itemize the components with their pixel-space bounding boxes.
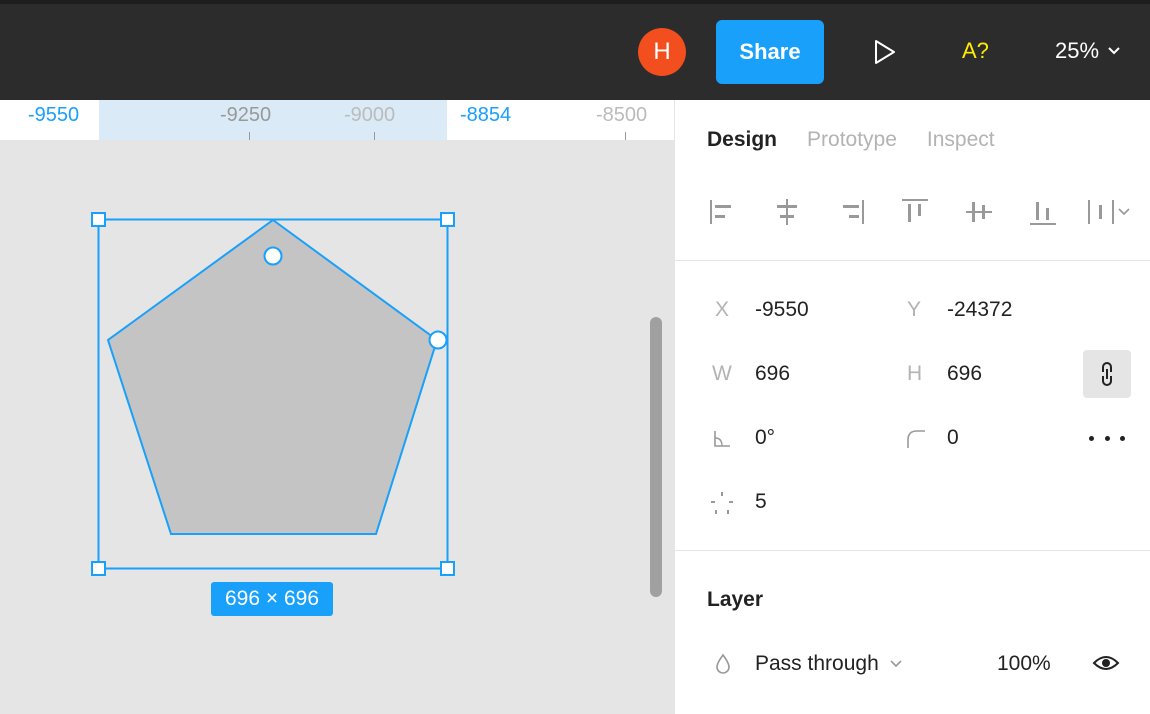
align-top-icon[interactable]: [897, 194, 933, 230]
dot: [1120, 435, 1125, 441]
dot: [1089, 435, 1094, 441]
pentagon-polygon[interactable]: [106, 218, 439, 535]
align-horizontal-center-icon[interactable]: [769, 194, 805, 230]
present-play-icon[interactable]: [868, 36, 900, 68]
horizontal-ruler: -9550 -9250 -9000 -8854 -8500: [0, 100, 674, 140]
opacity-input[interactable]: 100%: [997, 652, 1051, 676]
point-count-input[interactable]: 5: [755, 490, 767, 514]
x-input[interactable]: -9550: [755, 298, 809, 322]
w-input[interactable]: 696: [755, 362, 790, 386]
blend-mode-dropdown[interactable]: Pass through: [755, 652, 903, 676]
w-label: W: [712, 362, 732, 385]
h-label: H: [907, 362, 923, 385]
corner-radius-input[interactable]: 0: [947, 426, 959, 450]
ruler-selection-end: -8854: [460, 104, 512, 126]
top-toolbar: H Share A? 25%: [0, 0, 1150, 100]
properties-panel: Design Prototype Inspect X -9550 Y -2437…: [674, 100, 1150, 714]
dimensions-badge: 696 × 696: [211, 582, 333, 616]
ruler-tick: [249, 132, 250, 140]
more-options-button[interactable]: [1089, 426, 1125, 450]
selected-polygon-shape[interactable]: [0, 140, 674, 714]
chevron-down-icon: [890, 660, 902, 668]
align-vertical-center-icon[interactable]: [961, 194, 997, 230]
corner-radius-icon: [907, 430, 925, 448]
resize-handle-top-right[interactable]: [440, 212, 455, 227]
section-divider: [675, 260, 1150, 261]
zoom-dropdown[interactable]: 25%: [1055, 38, 1121, 64]
resize-handle-bottom-right[interactable]: [440, 561, 455, 576]
tab-design[interactable]: Design: [707, 128, 777, 152]
section-divider: [675, 550, 1150, 551]
blend-mode-value: Pass through: [755, 652, 879, 675]
link-icon: [1102, 362, 1112, 386]
tab-prototype[interactable]: Prototype: [807, 128, 897, 152]
polygon-count-icon: [711, 492, 733, 514]
distribute-icon[interactable]: [1085, 194, 1133, 230]
point-count-handle[interactable]: [428, 330, 448, 350]
alignment-toolbar: [705, 194, 1135, 230]
resize-handle-bottom-left[interactable]: [91, 561, 106, 576]
share-button[interactable]: Share: [716, 20, 824, 84]
panel-tabs: Design Prototype Inspect: [707, 128, 995, 152]
user-avatar[interactable]: H: [638, 28, 686, 76]
vertical-scrollbar[interactable]: [650, 317, 662, 597]
ruler-mark: -8500: [596, 104, 648, 126]
align-left-icon[interactable]: [705, 194, 741, 230]
x-label: X: [715, 298, 730, 321]
align-bottom-icon[interactable]: [1025, 194, 1061, 230]
zoom-value: 25%: [1055, 38, 1100, 63]
align-right-icon[interactable]: [833, 194, 869, 230]
tab-inspect[interactable]: Inspect: [927, 128, 995, 152]
corner-radius-handle[interactable]: [263, 246, 283, 266]
resize-handle-top-left[interactable]: [91, 212, 106, 227]
eye-icon[interactable]: [1091, 650, 1121, 676]
ruler-mark: -9000: [344, 104, 396, 126]
ruler-tick: [374, 132, 375, 140]
dot: [1104, 435, 1110, 441]
rotation-input[interactable]: 0°: [755, 426, 775, 450]
constrain-proportions-button[interactable]: [1083, 350, 1131, 398]
accessibility-check-button[interactable]: A?: [962, 38, 989, 64]
h-input[interactable]: 696: [947, 362, 982, 386]
rotation-icon: [714, 431, 730, 447]
blend-mode-drop-icon: [716, 653, 730, 674]
chevron-down-icon: [1108, 47, 1120, 55]
ruler-tick: [625, 132, 626, 140]
y-label: Y: [907, 298, 922, 321]
ruler-selection-start: -9550: [28, 104, 80, 126]
y-input[interactable]: -24372: [947, 298, 1012, 322]
ruler-mark: -9250: [220, 104, 272, 126]
layer-section-title: Layer: [707, 588, 764, 611]
design-canvas[interactable]: -9550 -9250 -9000 -8854 -8500 696 × 696: [0, 100, 674, 714]
